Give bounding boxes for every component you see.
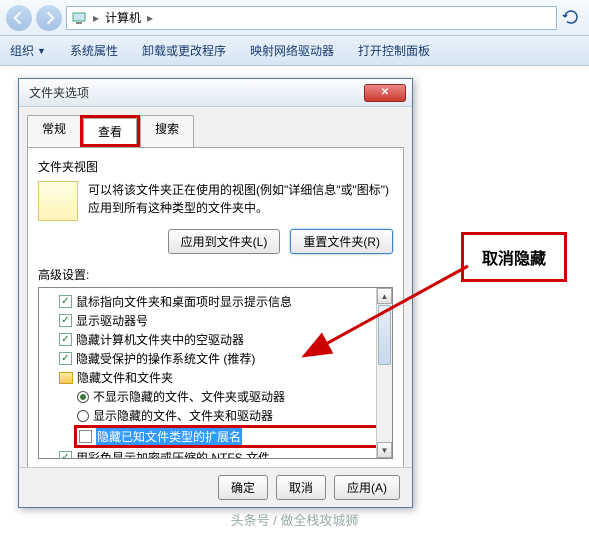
checkbox-icon[interactable]	[59, 451, 72, 459]
apply-to-folders-button[interactable]: 应用到文件夹(L)	[168, 229, 281, 254]
dialog-buttons: 确定 取消 应用(A)	[19, 467, 412, 507]
option-label: 鼠标指向文件夹和桌面项时显示提示信息	[76, 293, 292, 310]
checkbox-icon[interactable]	[59, 333, 72, 346]
folder-view-icon	[38, 181, 78, 221]
option-label: 隐藏计算机文件夹中的空驱动器	[76, 331, 244, 348]
tab-general[interactable]: 常规	[27, 115, 81, 147]
breadcrumb-sep: ▸	[93, 11, 99, 25]
tab-body: 文件夹视图 可以将该文件夹正在使用的视图(例如"详细信息"或"图标")应用到所有…	[27, 147, 404, 487]
tab-search[interactable]: 搜索	[140, 115, 194, 147]
tab-view-highlight: 查看	[80, 115, 140, 147]
option-label: 不显示隐藏的文件、文件夹或驱动器	[93, 388, 285, 405]
option-label: 显示驱动器号	[76, 312, 148, 329]
nav-bar: ▸ 计算机 ▸	[0, 0, 589, 36]
cmd-uninstall[interactable]: 卸载或更改程序	[142, 42, 226, 59]
adv-item[interactable]: 用彩色显示加密或压缩的 NTFS 文件	[41, 448, 390, 459]
adv-item[interactable]: 不显示隐藏的文件、文件夹或驱动器	[41, 387, 390, 406]
cmd-organize[interactable]: 组织▼	[10, 42, 46, 59]
checkbox-icon[interactable]	[59, 352, 72, 365]
address-bar[interactable]: ▸ 计算机 ▸	[66, 6, 557, 30]
checkbox-icon[interactable]	[59, 295, 72, 308]
scroll-up-button[interactable]: ▲	[377, 288, 392, 304]
tab-view[interactable]: 查看	[83, 118, 137, 144]
radio-icon[interactable]	[77, 410, 89, 422]
option-label: 用彩色显示加密或压缩的 NTFS 文件	[76, 449, 270, 459]
reset-folders-button[interactable]: 重置文件夹(R)	[290, 229, 393, 254]
computer-icon	[71, 10, 87, 26]
adv-item[interactable]: 显示驱动器号	[41, 311, 390, 330]
breadcrumb-sep: ▸	[147, 11, 153, 25]
refresh-icon[interactable]	[561, 7, 583, 29]
adv-item[interactable]: 显示隐藏的文件、文件夹和驱动器	[41, 406, 390, 425]
option-label: 隐藏受保护的操作系统文件 (推荐)	[76, 350, 255, 367]
breadcrumb-root[interactable]: 计算机	[105, 9, 141, 26]
option-label: 隐藏已知文件类型的扩展名	[96, 428, 242, 445]
folder-view-desc: 可以将该文件夹正在使用的视图(例如"详细信息"或"图标")应用到所有这种类型的文…	[88, 181, 393, 221]
scrollbar[interactable]: ▲ ▼	[376, 288, 392, 458]
ok-button[interactable]: 确定	[218, 475, 268, 500]
forward-button[interactable]	[36, 5, 62, 31]
radio-icon[interactable]	[77, 391, 89, 403]
cmd-sysprops[interactable]: 系统属性	[70, 42, 118, 59]
close-button[interactable]: ✕	[364, 84, 406, 102]
folder-icon	[59, 372, 73, 384]
annotation-callout: 取消隐藏	[461, 232, 567, 282]
cancel-button[interactable]: 取消	[276, 475, 326, 500]
scroll-thumb[interactable]	[378, 305, 391, 365]
adv-item[interactable]: 隐藏计算机文件夹中的空驱动器	[41, 330, 390, 349]
adv-item[interactable]: 隐藏受保护的操作系统文件 (推荐)	[41, 349, 390, 368]
apply-button[interactable]: 应用(A)	[334, 475, 400, 500]
checkbox-icon[interactable]	[79, 430, 92, 443]
dialog-title: 文件夹选项	[25, 84, 89, 101]
folder-options-dialog: 文件夹选项 ✕ 常规 查看 搜索 文件夹视图 可以将该文件夹正在使用的视图(例如…	[18, 78, 413, 508]
adv-item[interactable]: 鼠标指向文件夹和桌面项时显示提示信息	[41, 292, 390, 311]
option-label: 隐藏文件和文件夹	[77, 369, 173, 386]
adv-item[interactable]: 隐藏文件和文件夹	[41, 368, 390, 387]
scroll-down-button[interactable]: ▼	[377, 442, 392, 458]
folder-view-heading: 文件夹视图	[38, 158, 393, 175]
command-bar: 组织▼ 系统属性 卸载或更改程序 映射网络驱动器 打开控制面板	[0, 36, 589, 66]
cmd-mapdrive[interactable]: 映射网络驱动器	[250, 42, 334, 59]
option-label: 显示隐藏的文件、文件夹和驱动器	[93, 407, 273, 424]
attribution: 头条号 / 做全栈攻城狮	[0, 510, 589, 529]
checkbox-icon[interactable]	[59, 314, 72, 327]
titlebar[interactable]: 文件夹选项 ✕	[19, 79, 412, 107]
tabs: 常规 查看 搜索	[19, 107, 412, 147]
advanced-label: 高级设置:	[38, 266, 393, 283]
back-button[interactable]	[6, 5, 32, 31]
hide-extensions-row[interactable]: 隐藏已知文件类型的扩展名	[74, 425, 390, 448]
cmd-controlpanel[interactable]: 打开控制面板	[358, 42, 430, 59]
advanced-settings-box: 鼠标指向文件夹和桌面项时显示提示信息显示驱动器号隐藏计算机文件夹中的空驱动器隐藏…	[38, 287, 393, 459]
